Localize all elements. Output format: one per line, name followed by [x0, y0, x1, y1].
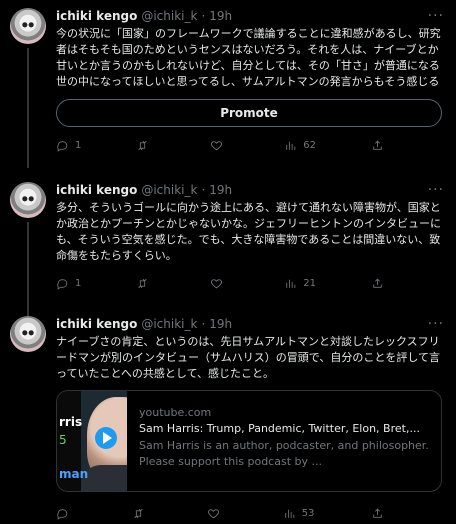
card-body: youtube.com Sam Harris: Trump, Pandemic,…: [127, 391, 441, 491]
avatar[interactable]: [10, 182, 46, 218]
separator-dot: ·: [201, 317, 206, 331]
tweet-actions: 1 62: [56, 134, 442, 156]
reply-button[interactable]: 1: [56, 277, 81, 290]
timestamp[interactable]: 19h: [209, 8, 232, 24]
reply-count: 1: [75, 139, 82, 151]
more-icon[interactable]: ···: [428, 182, 444, 198]
handle[interactable]: @ichiki_k: [141, 8, 197, 24]
tweet-2[interactable]: ··· ichiki kengo @ichiki_k · 19h 多分、そういう…: [0, 174, 456, 320]
card-domain: youtube.com: [139, 406, 212, 419]
like-icon: [211, 278, 223, 288]
display-name[interactable]: ichiki kengo: [56, 8, 137, 24]
reply-count: 1: [75, 277, 82, 289]
views-button[interactable]: 62: [284, 139, 316, 152]
tweet-actions: 1 21: [56, 272, 442, 294]
timeline: ··· ichiki kengo @ichiki_k · 19h 今の状況に「国…: [0, 0, 456, 520]
card-description: Sam Harris is an author, podcaster, and …: [139, 439, 429, 468]
thread-line: [27, 222, 29, 320]
views-icon: [286, 141, 296, 150]
play-icon[interactable]: [95, 427, 117, 449]
views-icon: [284, 509, 294, 518]
reply-icon: [57, 278, 68, 290]
retweet-icon: [133, 508, 143, 518]
more-icon[interactable]: ···: [428, 8, 444, 24]
like-icon: [211, 140, 223, 150]
tweet-header: ichiki kengo @ichiki_k · 19h: [56, 8, 442, 24]
reply-button[interactable]: [56, 507, 75, 520]
tweet-text: 今の状況に「国家」のフレームワークで議論することに違和感があるし、研究者はそもそ…: [56, 27, 441, 88]
thread-line: [27, 48, 29, 168]
views-button[interactable]: 53: [283, 507, 315, 520]
retweet-button[interactable]: [132, 507, 151, 520]
separator-dot: ·: [201, 9, 206, 23]
tweet-1[interactable]: ··· ichiki kengo @ichiki_k · 19h 今の状況に「国…: [0, 0, 456, 168]
avatar[interactable]: [10, 8, 46, 44]
tweet-header: ichiki kengo @ichiki_k · 19h: [56, 316, 442, 332]
share-button[interactable]: [371, 277, 384, 290]
handle[interactable]: @ichiki_k: [141, 316, 197, 332]
like-button[interactable]: [210, 277, 229, 290]
reply-button[interactable]: 1: [56, 139, 81, 152]
tweet-text: 多分、そういうゴールに向かう途上にある、避けて通れない障害物が、国家とか政治とか…: [56, 201, 441, 262]
share-icon: [373, 278, 382, 288]
avatar[interactable]: [10, 316, 46, 352]
views-count: 62: [303, 139, 317, 151]
retweet-icon: [138, 140, 147, 150]
share-icon: [373, 140, 382, 150]
like-button[interactable]: [210, 139, 229, 152]
display-name[interactable]: ichiki kengo: [56, 182, 137, 198]
card-title[interactable]: Sam Harris: Trump, Pandemic, Twitter, El…: [139, 421, 429, 437]
views-icon: [286, 279, 296, 288]
share-button[interactable]: [371, 139, 384, 152]
tweet-actions: 53: [56, 502, 442, 524]
link-card[interactable]: rris 5 man youtube.com Sam Harris: Trump…: [56, 390, 442, 492]
share-button[interactable]: [371, 507, 384, 520]
like-button[interactable]: [207, 507, 226, 520]
tweet-header: ichiki kengo @ichiki_k · 19h: [56, 182, 442, 198]
handle[interactable]: @ichiki_k: [141, 182, 197, 198]
tweet-3[interactable]: ··· ichiki kengo @ichiki_k · 19h ナイーブさの肯…: [0, 308, 456, 520]
like-icon: [208, 508, 220, 518]
tweet-text: ナイーブさの肯定、というのは、先日サムアルトマンと対談したレックスフリードマンが…: [56, 335, 441, 380]
retweet-icon: [138, 278, 147, 288]
thumbnail-text: man: [59, 467, 89, 481]
timestamp[interactable]: 19h: [209, 316, 232, 332]
views-count: 53: [301, 507, 315, 519]
display-name[interactable]: ichiki kengo: [56, 316, 137, 332]
views-button[interactable]: 21: [284, 277, 316, 290]
share-icon: [373, 508, 382, 518]
reply-icon: [57, 140, 68, 152]
views-count: 21: [303, 277, 317, 289]
thumbnail-text: rris: [59, 415, 83, 429]
separator-dot: ·: [201, 183, 206, 197]
more-icon[interactable]: ···: [428, 316, 444, 332]
video-thumbnail[interactable]: rris 5 man: [57, 391, 127, 491]
reply-icon: [57, 508, 68, 520]
retweet-button[interactable]: [136, 139, 155, 152]
retweet-button[interactable]: [136, 277, 155, 290]
promote-button[interactable]: Promote: [56, 99, 442, 127]
timestamp[interactable]: 19h: [209, 182, 232, 198]
thumbnail-text: 5: [59, 433, 67, 447]
